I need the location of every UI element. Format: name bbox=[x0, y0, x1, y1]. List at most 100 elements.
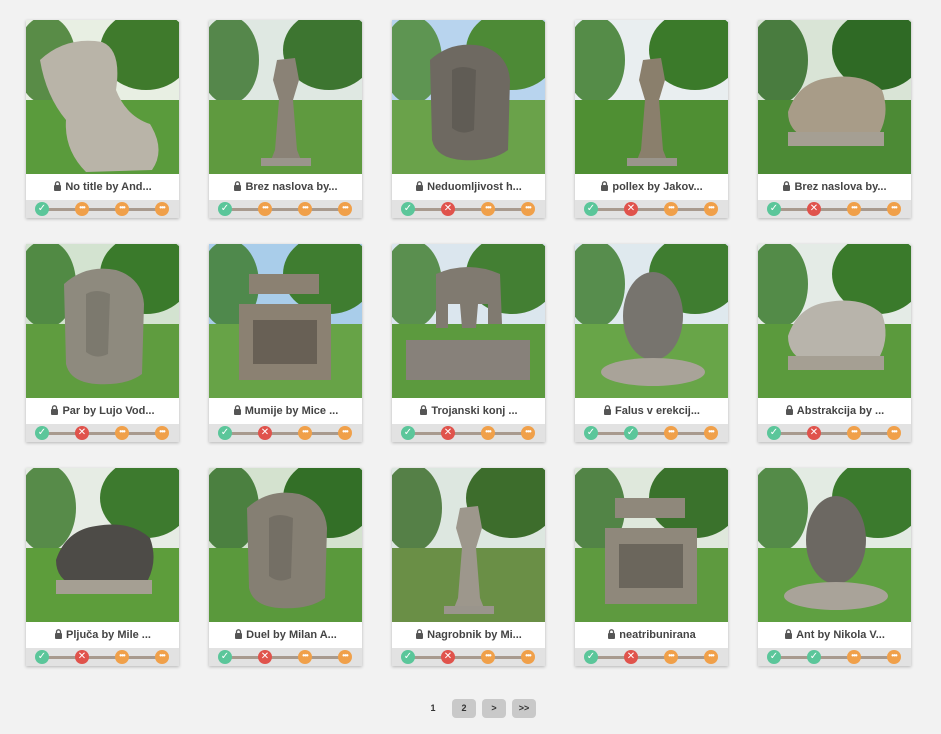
sculpture-title[interactable]: Abstrakcija by ... bbox=[758, 398, 911, 424]
sculpture-thumbnail[interactable] bbox=[209, 20, 362, 174]
sculpture-card[interactable]: Ant by Nikola V... ✓ ✓ ••• ••• bbox=[758, 468, 911, 666]
more-icon[interactable]: ••• bbox=[664, 202, 678, 216]
check-icon[interactable]: ✓ bbox=[35, 202, 49, 216]
check-icon[interactable]: ✓ bbox=[401, 650, 415, 664]
more-icon[interactable]: ••• bbox=[704, 426, 718, 440]
sculpture-thumbnail[interactable] bbox=[575, 244, 728, 398]
sculpture-card[interactable]: Brez naslova by... ✓ ✕ ••• ••• bbox=[758, 20, 911, 218]
sculpture-thumbnail[interactable] bbox=[392, 244, 545, 398]
sculpture-title[interactable]: Ant by Nikola V... bbox=[758, 622, 911, 648]
cross-icon[interactable]: ✕ bbox=[441, 650, 455, 664]
more-icon[interactable]: ••• bbox=[887, 426, 901, 440]
sculpture-title[interactable]: Neduomljivost h... bbox=[392, 174, 545, 200]
cross-icon[interactable]: ✕ bbox=[75, 426, 89, 440]
cross-icon[interactable]: ✕ bbox=[441, 426, 455, 440]
more-icon[interactable]: ••• bbox=[298, 202, 312, 216]
cross-icon[interactable]: ✕ bbox=[624, 202, 638, 216]
sculpture-title[interactable]: Brez naslova by... bbox=[209, 174, 362, 200]
check-icon[interactable]: ✓ bbox=[35, 650, 49, 664]
cross-icon[interactable]: ✕ bbox=[807, 202, 821, 216]
last-page-button[interactable]: >> bbox=[512, 699, 536, 718]
sculpture-title[interactable]: Falus v erekcij... bbox=[575, 398, 728, 424]
page-2-button[interactable]: 2 bbox=[452, 699, 476, 718]
sculpture-card[interactable]: Brez naslova by... ✓ ••• ••• ••• bbox=[209, 20, 362, 218]
more-icon[interactable]: ••• bbox=[664, 426, 678, 440]
sculpture-card[interactable]: neatribunirana ✓ ✕ ••• ••• bbox=[575, 468, 728, 666]
more-icon[interactable]: ••• bbox=[155, 426, 169, 440]
more-icon[interactable]: ••• bbox=[338, 650, 352, 664]
more-icon[interactable]: ••• bbox=[338, 426, 352, 440]
more-icon[interactable]: ••• bbox=[704, 202, 718, 216]
sculpture-thumbnail[interactable] bbox=[209, 244, 362, 398]
more-icon[interactable]: ••• bbox=[298, 426, 312, 440]
sculpture-title[interactable]: Duel by Milan A... bbox=[209, 622, 362, 648]
more-icon[interactable]: ••• bbox=[155, 202, 169, 216]
more-icon[interactable]: ••• bbox=[664, 650, 678, 664]
check-icon[interactable]: ✓ bbox=[767, 202, 781, 216]
sculpture-title[interactable]: Trojanski konj ... bbox=[392, 398, 545, 424]
sculpture-card[interactable]: Neduomljivost h... ✓ ✕ ••• ••• bbox=[392, 20, 545, 218]
sculpture-title[interactable]: Nagrobnik by Mi... bbox=[392, 622, 545, 648]
cross-icon[interactable]: ✕ bbox=[441, 202, 455, 216]
more-icon[interactable]: ••• bbox=[521, 202, 535, 216]
check-icon[interactable]: ✓ bbox=[218, 202, 232, 216]
more-icon[interactable]: ••• bbox=[75, 202, 89, 216]
sculpture-title[interactable]: Pljuča by Mile ... bbox=[26, 622, 179, 648]
cross-icon[interactable]: ✕ bbox=[258, 650, 272, 664]
more-icon[interactable]: ••• bbox=[338, 202, 352, 216]
sculpture-thumbnail[interactable] bbox=[209, 468, 362, 622]
more-icon[interactable]: ••• bbox=[115, 426, 129, 440]
sculpture-title[interactable]: pollex by Jakov... bbox=[575, 174, 728, 200]
sculpture-card[interactable]: Pljuča by Mile ... ✓ ✕ ••• ••• bbox=[26, 468, 179, 666]
check-icon[interactable]: ✓ bbox=[807, 650, 821, 664]
check-icon[interactable]: ✓ bbox=[584, 426, 598, 440]
more-icon[interactable]: ••• bbox=[704, 650, 718, 664]
more-icon[interactable]: ••• bbox=[258, 202, 272, 216]
cross-icon[interactable]: ✕ bbox=[807, 426, 821, 440]
sculpture-card[interactable]: pollex by Jakov... ✓ ✕ ••• ••• bbox=[575, 20, 728, 218]
sculpture-thumbnail[interactable] bbox=[575, 20, 728, 174]
sculpture-thumbnail[interactable] bbox=[575, 468, 728, 622]
sculpture-card[interactable]: Duel by Milan A... ✓ ✕ ••• ••• bbox=[209, 468, 362, 666]
more-icon[interactable]: ••• bbox=[115, 650, 129, 664]
sculpture-title[interactable]: neatribunirana bbox=[575, 622, 728, 648]
more-icon[interactable]: ••• bbox=[847, 202, 861, 216]
more-icon[interactable]: ••• bbox=[155, 650, 169, 664]
sculpture-card[interactable]: Nagrobnik by Mi... ✓ ✕ ••• ••• bbox=[392, 468, 545, 666]
sculpture-thumbnail[interactable] bbox=[758, 20, 911, 174]
cross-icon[interactable]: ✕ bbox=[624, 650, 638, 664]
next-page-button[interactable]: > bbox=[482, 699, 506, 718]
more-icon[interactable]: ••• bbox=[847, 426, 861, 440]
more-icon[interactable]: ••• bbox=[481, 202, 495, 216]
sculpture-thumbnail[interactable] bbox=[392, 20, 545, 174]
more-icon[interactable]: ••• bbox=[298, 650, 312, 664]
check-icon[interactable]: ✓ bbox=[624, 426, 638, 440]
more-icon[interactable]: ••• bbox=[847, 650, 861, 664]
sculpture-title[interactable]: Mumije by Mice ... bbox=[209, 398, 362, 424]
sculpture-title[interactable]: Par by Lujo Vod... bbox=[26, 398, 179, 424]
check-icon[interactable]: ✓ bbox=[35, 426, 49, 440]
sculpture-thumbnail[interactable] bbox=[758, 244, 911, 398]
check-icon[interactable]: ✓ bbox=[584, 202, 598, 216]
check-icon[interactable]: ✓ bbox=[401, 202, 415, 216]
sculpture-card[interactable]: Falus v erekcij... ✓ ✓ ••• ••• bbox=[575, 244, 728, 442]
more-icon[interactable]: ••• bbox=[115, 202, 129, 216]
check-icon[interactable]: ✓ bbox=[584, 650, 598, 664]
more-icon[interactable]: ••• bbox=[887, 202, 901, 216]
sculpture-thumbnail[interactable] bbox=[392, 468, 545, 622]
sculpture-thumbnail[interactable] bbox=[26, 468, 179, 622]
more-icon[interactable]: ••• bbox=[481, 426, 495, 440]
check-icon[interactable]: ✓ bbox=[767, 650, 781, 664]
check-icon[interactable]: ✓ bbox=[401, 426, 415, 440]
check-icon[interactable]: ✓ bbox=[218, 650, 232, 664]
sculpture-thumbnail[interactable] bbox=[758, 468, 911, 622]
sculpture-title[interactable]: Brez naslova by... bbox=[758, 174, 911, 200]
check-icon[interactable]: ✓ bbox=[767, 426, 781, 440]
sculpture-thumbnail[interactable] bbox=[26, 20, 179, 174]
more-icon[interactable]: ••• bbox=[481, 650, 495, 664]
more-icon[interactable]: ••• bbox=[887, 650, 901, 664]
sculpture-card[interactable]: Trojanski konj ... ✓ ✕ ••• ••• bbox=[392, 244, 545, 442]
check-icon[interactable]: ✓ bbox=[218, 426, 232, 440]
more-icon[interactable]: ••• bbox=[521, 650, 535, 664]
cross-icon[interactable]: ✕ bbox=[75, 650, 89, 664]
